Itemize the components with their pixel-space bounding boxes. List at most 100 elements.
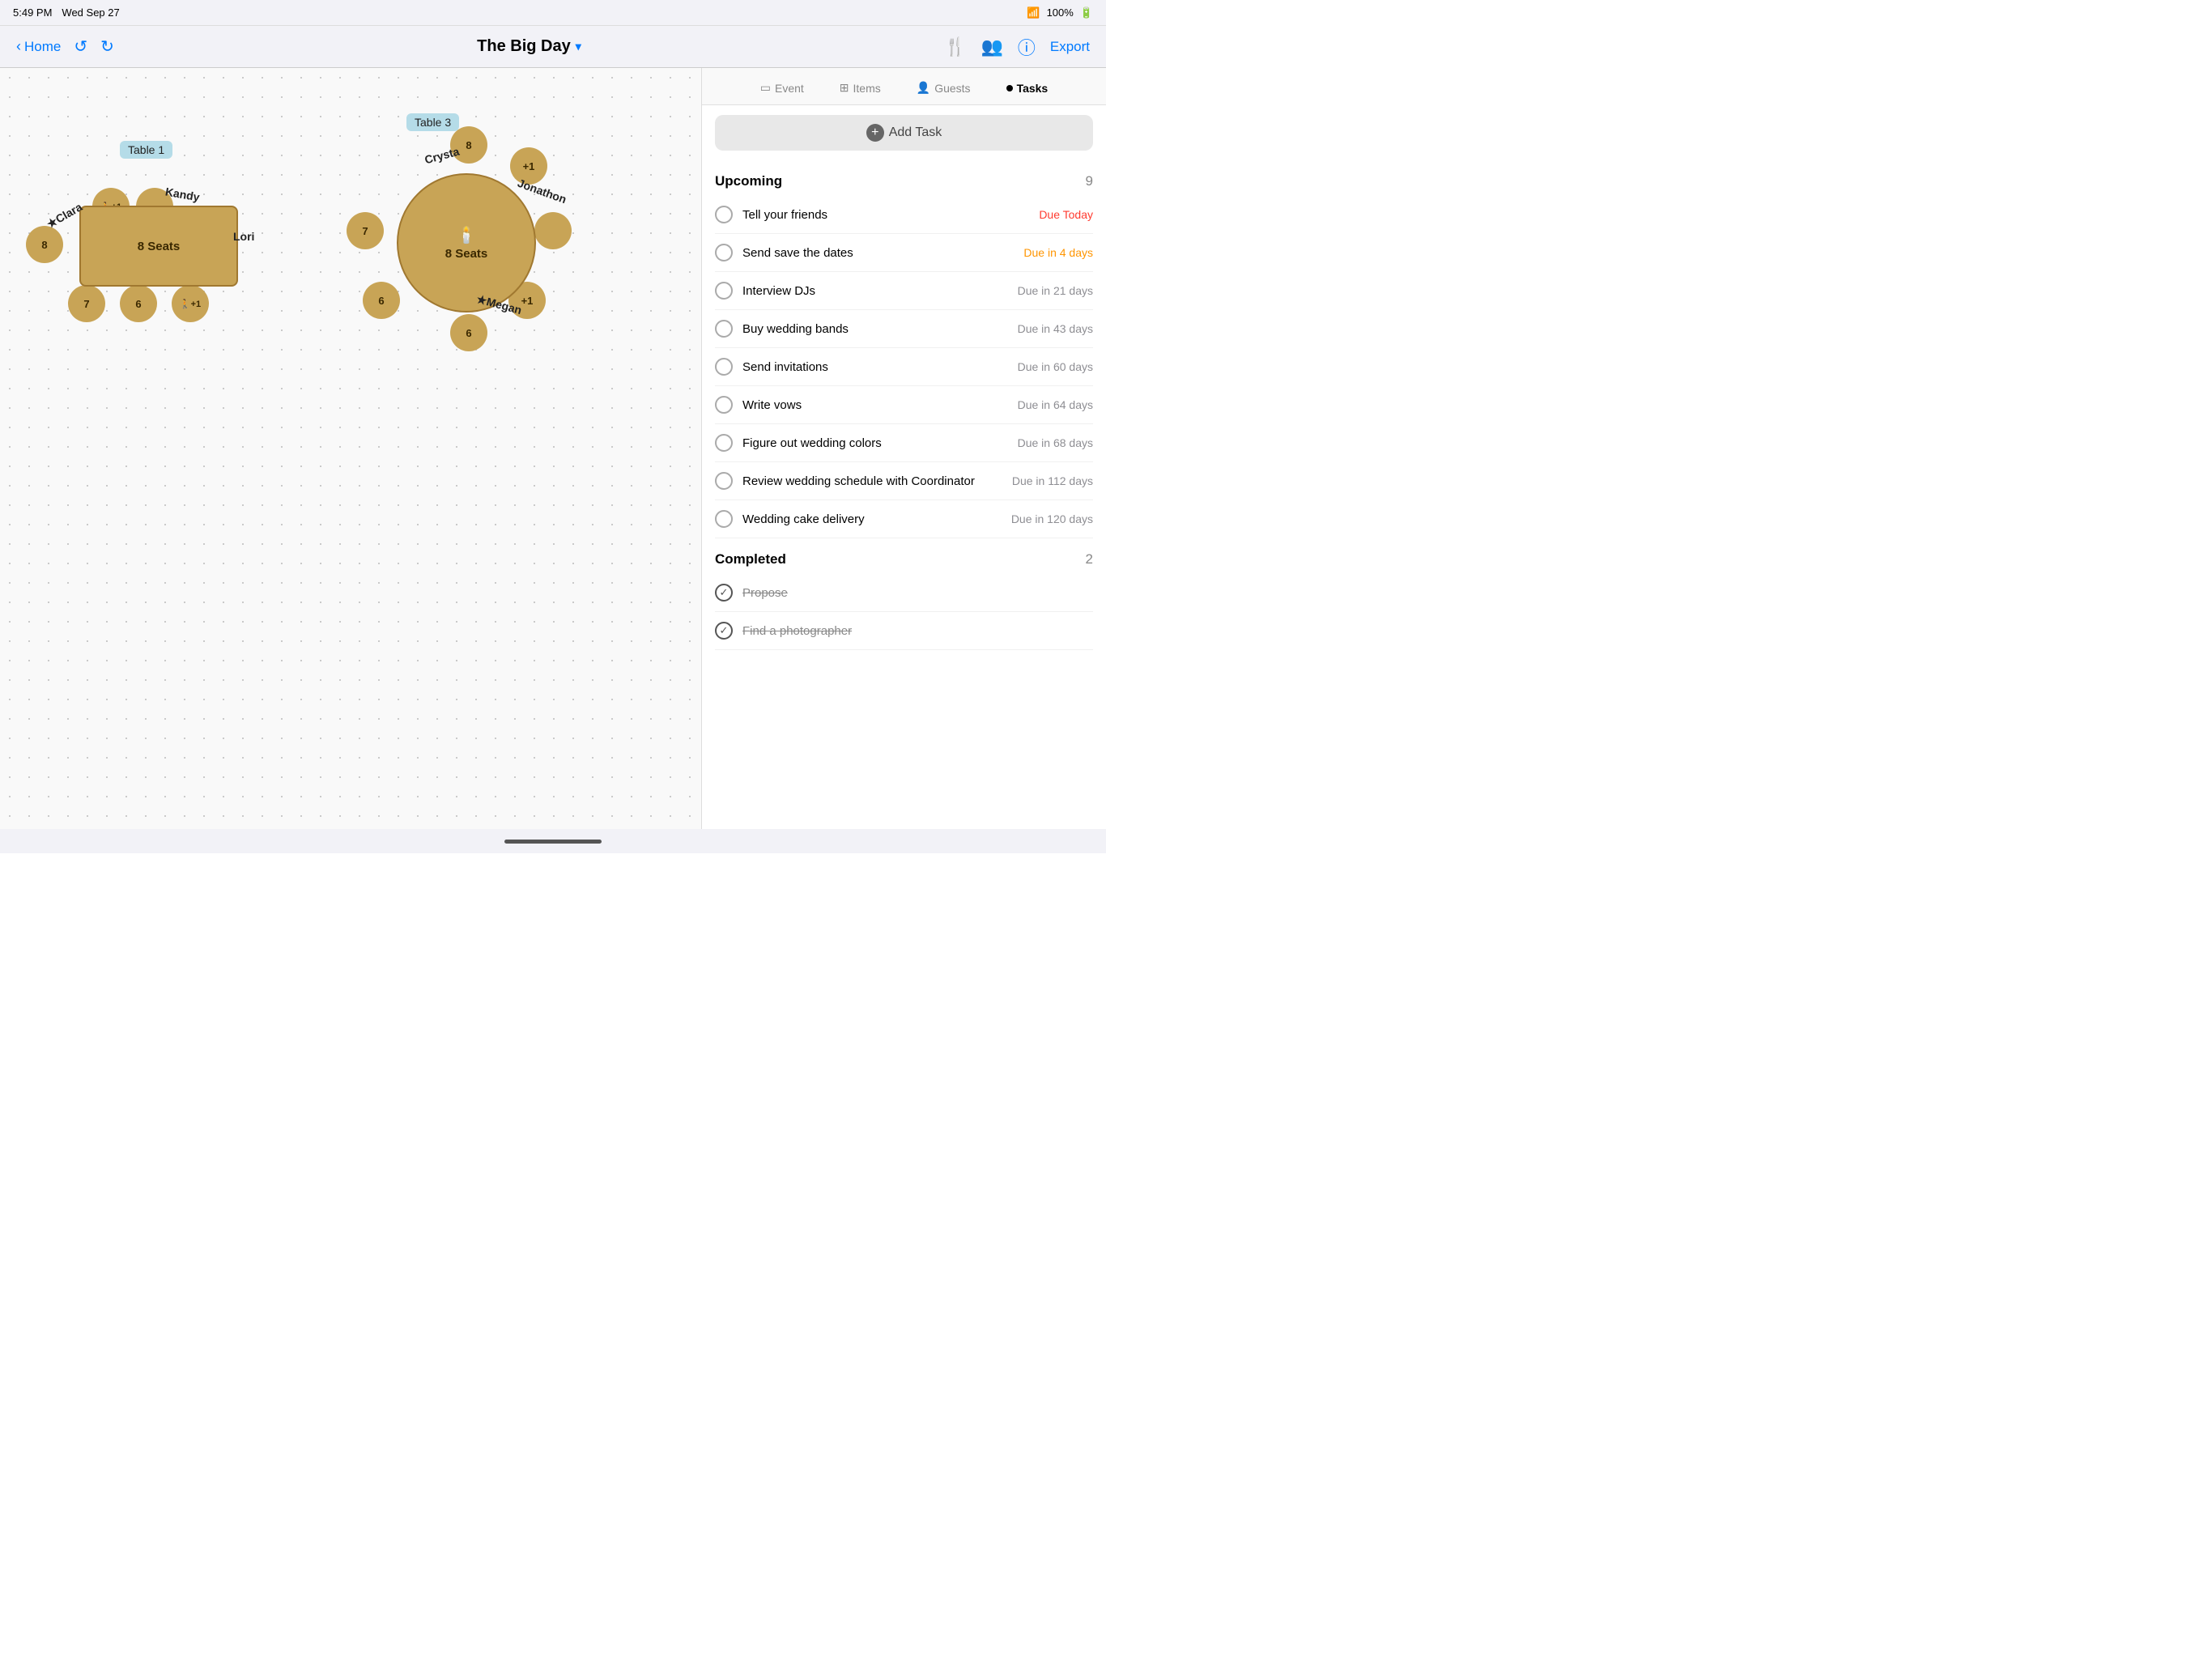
task-checkbox-5[interactable] (715, 358, 733, 376)
status-left: 5:49 PM Wed Sep 27 (13, 6, 120, 19)
people-icon[interactable]: 👥 (981, 36, 1002, 57)
task-due-8: Due in 112 days (1012, 474, 1093, 487)
redo-button[interactable]: ↻ (100, 36, 114, 57)
task-item: Send save the dates Due in 4 days (715, 234, 1093, 272)
bottom-bar (0, 829, 1106, 853)
main-content: Table 1 8 🚶+1 7 6 🚶+1 8 Seats ★Clara Kan… (0, 68, 1106, 829)
task-item: Interview DJs Due in 21 days (715, 272, 1093, 310)
battery-icon: 🔋 (1080, 6, 1093, 19)
task-item: Wedding cake delivery Due in 120 days (715, 500, 1093, 538)
task-checkbox-9[interactable] (715, 510, 733, 528)
right-panel: ▭ Event ⊞ Items 👤 Guests Tasks + Add Tas… (701, 68, 1106, 829)
task-checkbox-8[interactable] (715, 472, 733, 490)
add-task-button[interactable]: + Add Task (715, 115, 1093, 151)
seat-t1-botleft: 7 (68, 285, 105, 322)
page-title: The Big Day (477, 37, 571, 56)
task-text-3: Interview DJs (742, 284, 1008, 298)
task-due-5: Due in 60 days (1018, 360, 1093, 373)
task-text-1: Tell your friends (742, 208, 1029, 222)
task-item: Tell your friends Due Today (715, 196, 1093, 234)
time: 5:49 PM (13, 6, 52, 19)
task-checkbox-6[interactable] (715, 396, 733, 414)
table3[interactable]: 🕯️ 8 Seats (397, 173, 536, 312)
event-icon: ▭ (760, 81, 771, 95)
upcoming-section-header: Upcoming 9 (715, 160, 1093, 196)
nav-bar: ‹ Home ↺ ↻ The Big Day ▾ 🍴 👥 ⓘ Export (0, 26, 1106, 68)
task-text-7: Figure out wedding colors (742, 436, 1008, 450)
undo-button[interactable]: ↺ (74, 36, 87, 57)
seat-t3-left: 7 (347, 212, 384, 249)
tab-tasks[interactable]: Tasks (1000, 79, 1055, 98)
seat-t1-botmid: 6 (120, 285, 157, 322)
task-checkbox-7[interactable] (715, 434, 733, 452)
guest-lori: Lori (233, 230, 254, 243)
upcoming-title: Upcoming (715, 173, 782, 189)
task-text-4: Buy wedding bands (742, 322, 1008, 336)
task-due-2: Due in 4 days (1023, 246, 1093, 259)
task-due-7: Due in 68 days (1018, 436, 1093, 449)
date: Wed Sep 27 (62, 6, 119, 19)
home-label[interactable]: Home (24, 39, 61, 55)
task-text-10: Propose (742, 586, 1093, 600)
completed-count: 2 (1086, 551, 1093, 568)
wifi-icon: 📶 (1027, 6, 1040, 19)
task-item-completed: Propose (715, 574, 1093, 612)
export-button[interactable]: Export (1050, 39, 1090, 55)
tab-items[interactable]: ⊞ Items (833, 78, 887, 98)
seat-t3-bot: 6 (450, 314, 487, 351)
candle-icon: 🕯️ (457, 225, 477, 245)
tab-guests-label: Guests (934, 82, 970, 95)
help-icon[interactable]: ⓘ (1018, 34, 1036, 60)
task-due-6: Due in 64 days (1018, 398, 1093, 411)
task-text-8: Review wedding schedule with Coordinator (742, 474, 1002, 488)
chevron-left-icon: ‹ (16, 38, 21, 55)
task-checkbox-10[interactable] (715, 584, 733, 602)
nav-left: ‹ Home ↺ ↻ (16, 36, 114, 57)
task-item: Write vows Due in 64 days (715, 386, 1093, 424)
upcoming-count: 9 (1086, 173, 1093, 189)
task-item: Figure out wedding colors Due in 68 days (715, 424, 1093, 462)
utensils-icon[interactable]: 🍴 (944, 36, 966, 57)
plus-icon: + (866, 124, 884, 142)
completed-section-header: Completed 2 (715, 538, 1093, 574)
table1-label: Table 1 (120, 141, 172, 159)
guests-icon: 👤 (917, 81, 930, 95)
task-checkbox-2[interactable] (715, 244, 733, 261)
task-list: Upcoming 9 Tell your friends Due Today S… (702, 160, 1106, 829)
nav-center: The Big Day ▾ (477, 37, 581, 56)
task-text-11: Find a photographer (742, 624, 1093, 638)
task-item: Buy wedding bands Due in 43 days (715, 310, 1093, 348)
task-item: Review wedding schedule with Coordinator… (715, 462, 1093, 500)
seat-t1-left: 8 (26, 226, 63, 263)
task-item-completed: Find a photographer (715, 612, 1093, 650)
tab-event-label: Event (775, 82, 804, 95)
task-checkbox-4[interactable] (715, 320, 733, 338)
status-bar: 5:49 PM Wed Sep 27 📶 100% 🔋 (0, 0, 1106, 26)
guest-jonathon: Jonathon (516, 176, 568, 206)
table1[interactable]: 8 Seats (79, 206, 238, 287)
task-due-4: Due in 43 days (1018, 322, 1093, 335)
home-button[interactable]: ‹ Home (16, 38, 61, 55)
task-item: Send invitations Due in 60 days (715, 348, 1093, 386)
task-text-9: Wedding cake delivery (742, 512, 1002, 526)
seating-canvas[interactable]: Table 1 8 🚶+1 7 6 🚶+1 8 Seats ★Clara Kan… (0, 68, 701, 829)
task-checkbox-1[interactable] (715, 206, 733, 223)
tab-event[interactable]: ▭ Event (754, 78, 810, 98)
task-checkbox-11[interactable] (715, 622, 733, 640)
table3-label: Table 3 (406, 113, 459, 131)
guest-crysta: Crysta (423, 145, 461, 167)
tab-guests[interactable]: 👤 Guests (910, 78, 977, 98)
seat-t3-botleft: 6 (363, 282, 400, 319)
task-due-1: Due Today (1039, 208, 1093, 221)
nav-right: 🍴 👥 ⓘ Export (944, 34, 1090, 60)
task-checkbox-3[interactable] (715, 282, 733, 300)
task-due-9: Due in 120 days (1011, 512, 1093, 525)
status-right: 📶 100% 🔋 (1027, 6, 1093, 19)
task-text-6: Write vows (742, 398, 1008, 412)
items-icon: ⊞ (840, 81, 849, 95)
dropdown-chevron-icon[interactable]: ▾ (576, 40, 581, 53)
tabs-bar: ▭ Event ⊞ Items 👤 Guests Tasks (702, 68, 1106, 105)
table1-seats-label: 8 Seats (138, 240, 181, 253)
add-task-label: Add Task (889, 125, 942, 140)
battery: 100% (1047, 6, 1074, 19)
